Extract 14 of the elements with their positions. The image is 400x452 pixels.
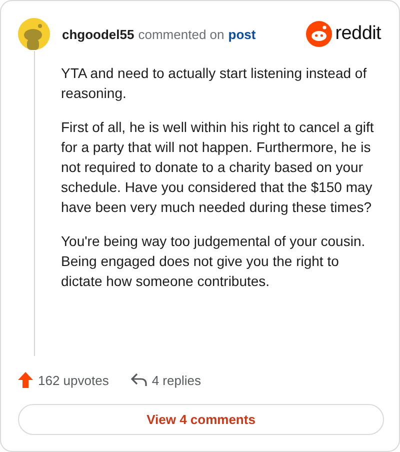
brand-name: reddit xyxy=(335,23,381,45)
action-text: commented on xyxy=(138,26,224,42)
username[interactable]: chgoodel55 xyxy=(62,26,134,42)
post-link[interactable]: post xyxy=(228,26,256,42)
reply-icon[interactable] xyxy=(130,373,147,387)
view-comments-button[interactable]: View 4 comments xyxy=(18,404,384,435)
comment-paragraph: First of all, he is well within his right to cancel a gift for a party that will not happen. Furthermore, he is not required to donate to a charity based on your schedule. Have you considered that the $150 may have been very much needed during these times? xyxy=(61,118,375,217)
avatar-icon xyxy=(18,18,50,50)
mascot-icon xyxy=(306,21,332,47)
comment-paragraph: You're being way too judgemental of your cousin. Being engaged does not give you the right to dictate how someone contributes. xyxy=(61,232,366,291)
upvote-count: 162 upvotes xyxy=(38,372,109,388)
comment-paragraph: YTA and need to actually start listening instead of reasoning. xyxy=(61,64,368,103)
upvote-icon[interactable] xyxy=(18,372,33,388)
reply-count: 4 replies xyxy=(152,372,201,388)
